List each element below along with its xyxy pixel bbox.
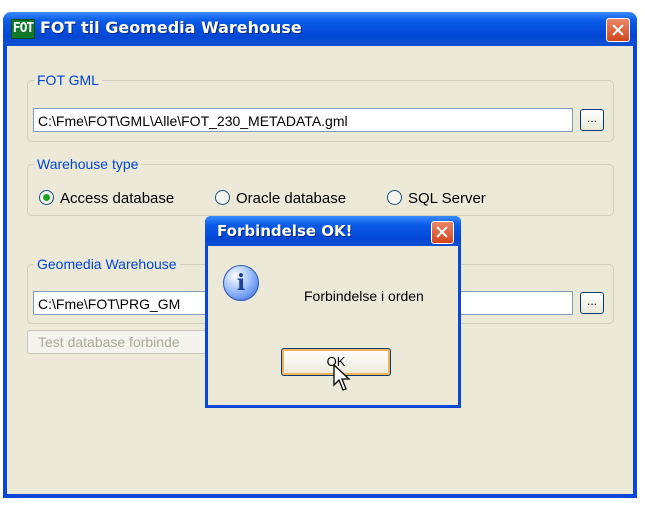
warehouse-type-legend: Warehouse type: [34, 156, 142, 172]
radio-oracle-database[interactable]: Oracle database: [215, 190, 346, 208]
radio-sql-server[interactable]: SQL Server: [387, 190, 486, 208]
geomedia-browse-button[interactable]: ...: [580, 292, 604, 314]
test-connection-button[interactable]: Test database forbinde: [27, 330, 207, 354]
mouse-pointer-icon: [333, 364, 351, 391]
radio-access-database[interactable]: Access database: [39, 190, 174, 208]
radio-sql-label: SQL Server: [408, 190, 486, 207]
close-icon[interactable]: [431, 221, 454, 244]
fot-gml-legend: FOT GML: [34, 72, 102, 88]
fot-gml-browse-button[interactable]: ...: [580, 109, 604, 131]
radio-access-label: Access database: [60, 190, 175, 207]
message-text: Forbindelse i orden: [304, 288, 424, 304]
message-box-title: Forbindelse OK!: [217, 222, 353, 240]
radio-unselected-icon: [387, 190, 402, 205]
geomedia-warehouse-legend: Geomedia Warehouse: [34, 256, 180, 272]
info-icon: i: [223, 265, 259, 301]
radio-selected-icon: [39, 190, 54, 205]
fot-gml-path-input[interactable]: C:\Fme\FOT\GML\Alle\FOT_230_METADATA.gml: [33, 108, 573, 132]
title-bar[interactable]: FOT FOT til Geomedia Warehouse: [3, 12, 637, 46]
fot-app-icon: FOT: [11, 19, 35, 39]
radio-unselected-icon: [215, 190, 230, 205]
close-icon[interactable]: [606, 18, 630, 42]
window-title: FOT til Geomedia Warehouse: [40, 18, 302, 37]
radio-oracle-label: Oracle database: [236, 190, 347, 207]
message-box-title-bar[interactable]: Forbindelse OK!: [205, 216, 461, 246]
